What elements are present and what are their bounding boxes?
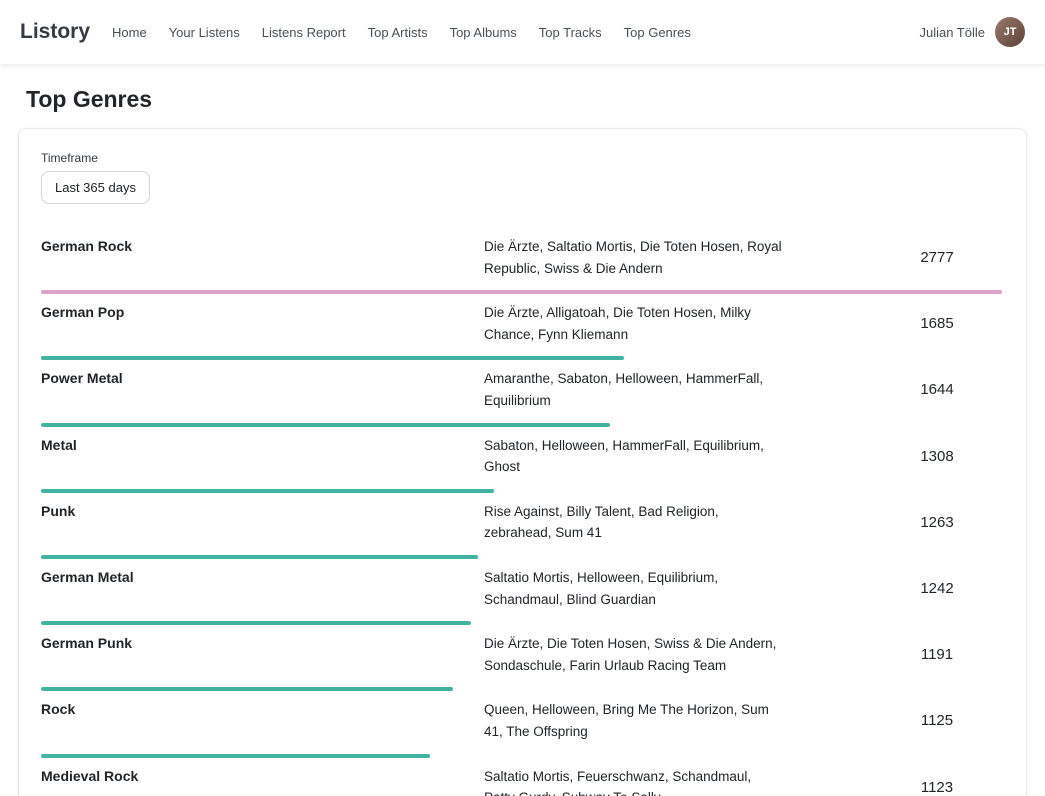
timeframe-button[interactable]: Last 365 days — [41, 171, 150, 204]
genre-count: 2777 — [872, 249, 1002, 266]
genre-count: 1242 — [872, 580, 1002, 597]
genre-name: German Rock — [41, 236, 484, 279]
genre-artists: Saltatio Mortis, Feuerschwanz, Schandmau… — [484, 766, 784, 796]
nav-links: Home Your Listens Listens Report Top Art… — [112, 25, 691, 40]
nav-item-listens-report[interactable]: Listens Report — [262, 25, 346, 40]
genre-count: 1263 — [872, 514, 1002, 531]
genre-row: German Punk Die Ärzte, Die Toten Hosen, … — [41, 625, 1002, 691]
genre-count: 1308 — [872, 448, 1002, 465]
genre-count: 1644 — [872, 381, 1002, 398]
nav-item-top-albums[interactable]: Top Albums — [450, 25, 517, 40]
genre-name: German Pop — [41, 302, 484, 345]
nav-item-top-artists[interactable]: Top Artists — [368, 25, 428, 40]
genre-artists: Sabaton, Helloween, HammerFall, Equilibr… — [484, 435, 784, 478]
timeframe-label: Timeframe — [41, 151, 1002, 165]
genre-count: 1125 — [872, 712, 1002, 729]
genre-count: 1191 — [872, 646, 1002, 663]
genre-name: Rock — [41, 699, 484, 742]
genre-name: German Metal — [41, 567, 484, 610]
genre-artists: Die Ärzte, Die Toten Hosen, Swiss & Die … — [484, 633, 784, 676]
genre-name: Medieval Rock — [41, 766, 484, 796]
genre-row: Power Metal Amaranthe, Sabaton, Hellowee… — [41, 360, 1002, 426]
genre-artists: Die Ärzte, Saltatio Mortis, Die Toten Ho… — [484, 236, 784, 279]
navbar: Listory Home Your Listens Listens Report… — [0, 0, 1045, 64]
genre-count: 1685 — [872, 315, 1002, 332]
user-name: Julian Tölle — [919, 25, 985, 40]
brand-logo[interactable]: Listory — [20, 20, 90, 44]
nav-item-home[interactable]: Home — [112, 25, 147, 40]
genre-name: Punk — [41, 501, 484, 544]
genre-artists: Amaranthe, Sabaton, Helloween, HammerFal… — [484, 368, 784, 411]
genre-name: German Punk — [41, 633, 484, 676]
genre-row: German Rock Die Ärzte, Saltatio Mortis, … — [41, 228, 1002, 294]
genre-artists: Queen, Helloween, Bring Me The Horizon, … — [484, 699, 784, 742]
main-content: Top Genres Timeframe Last 365 days Germa… — [0, 86, 1045, 796]
top-genres-card: Timeframe Last 365 days German Rock Die … — [18, 128, 1027, 796]
genre-count: 1123 — [872, 779, 1002, 796]
genre-row: Rock Queen, Helloween, Bring Me The Hori… — [41, 691, 1002, 757]
genre-row: Punk Rise Against, Billy Talent, Bad Rel… — [41, 493, 1002, 559]
user-avatar[interactable]: JT — [995, 17, 1025, 47]
genre-row: Medieval Rock Saltatio Mortis, Feuerschw… — [41, 758, 1002, 796]
genre-name: Power Metal — [41, 368, 484, 411]
nav-item-top-tracks[interactable]: Top Tracks — [539, 25, 602, 40]
genre-list: German Rock Die Ärzte, Saltatio Mortis, … — [41, 228, 1002, 796]
page-title: Top Genres — [26, 86, 1027, 113]
genre-artists: Saltatio Mortis, Helloween, Equilibrium,… — [484, 567, 784, 610]
nav-item-your-listens[interactable]: Your Listens — [169, 25, 240, 40]
genre-name: Metal — [41, 435, 484, 478]
genre-artists: Die Ärzte, Alligatoah, Die Toten Hosen, … — [484, 302, 784, 345]
nav-item-top-genres[interactable]: Top Genres — [624, 25, 691, 40]
genre-row: German Pop Die Ärzte, Alligatoah, Die To… — [41, 294, 1002, 360]
genre-row: Metal Sabaton, Helloween, HammerFall, Eq… — [41, 427, 1002, 493]
genre-row: German Metal Saltatio Mortis, Helloween,… — [41, 559, 1002, 625]
genre-artists: Rise Against, Billy Talent, Bad Religion… — [484, 501, 784, 544]
user-area: Julian Tölle JT — [919, 17, 1025, 47]
